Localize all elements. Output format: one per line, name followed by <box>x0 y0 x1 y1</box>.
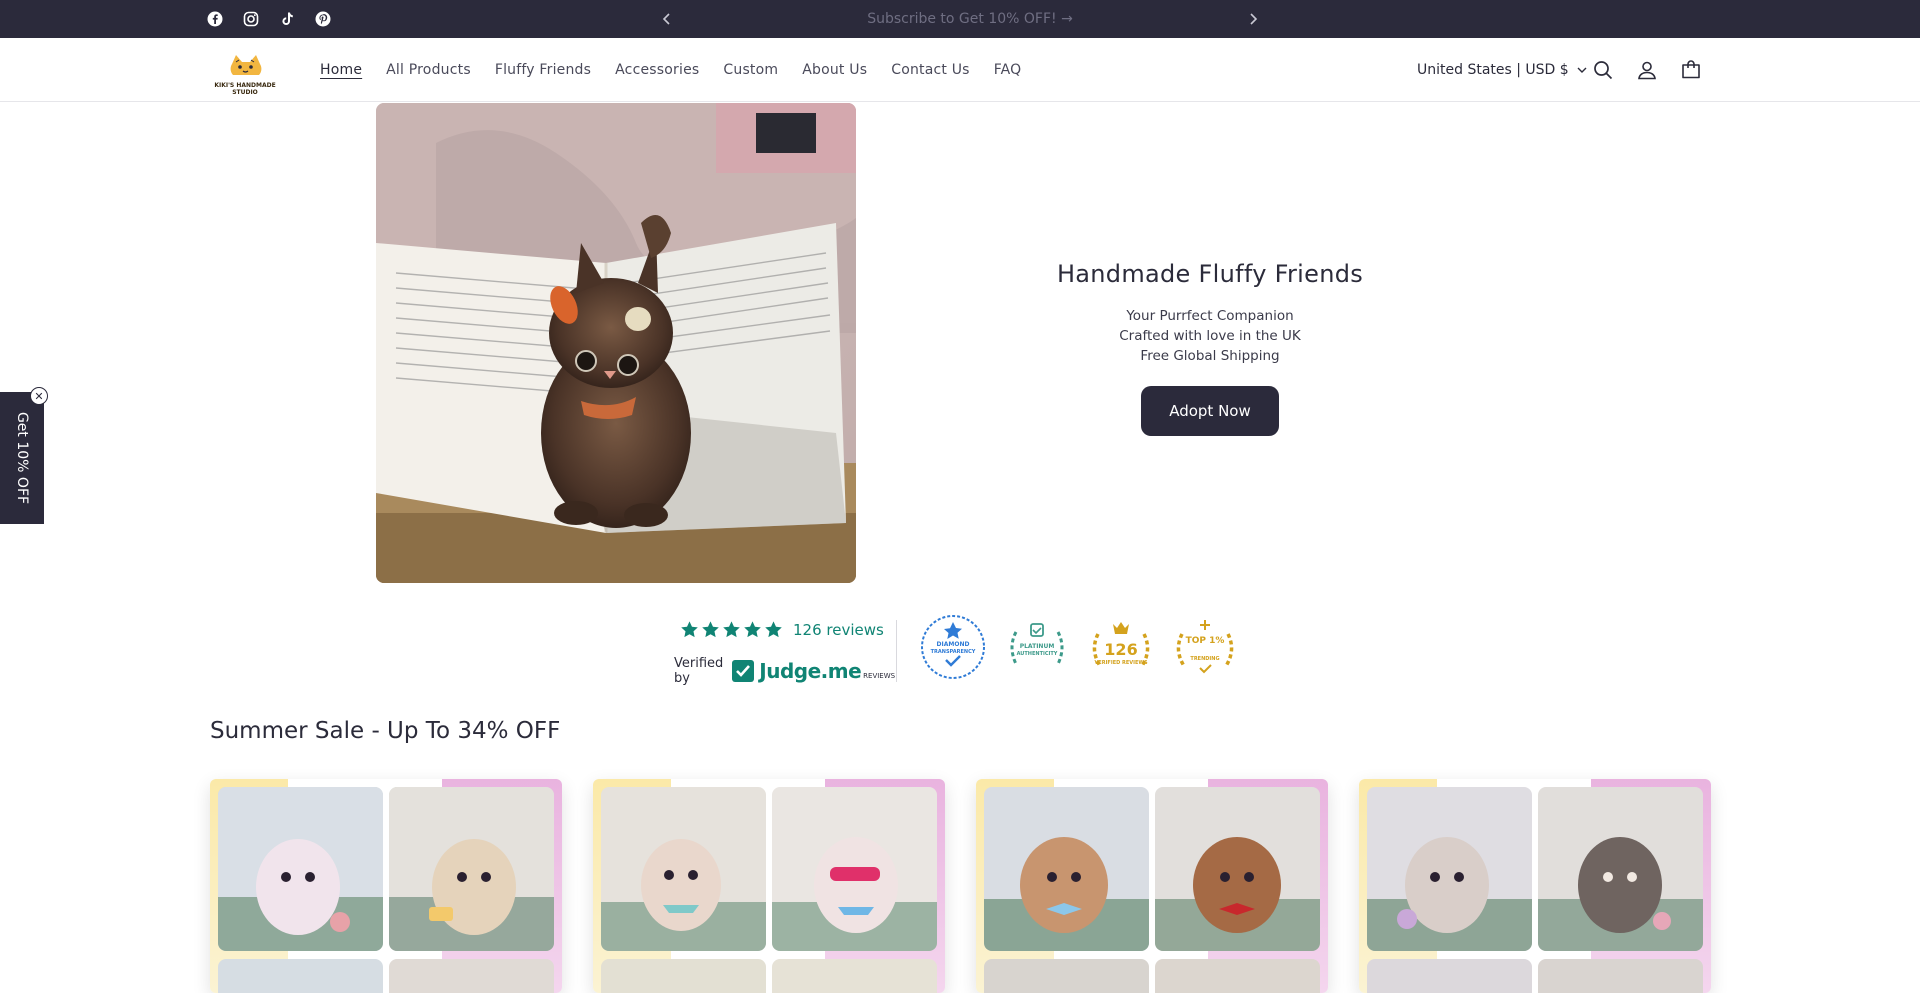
nav-home[interactable]: Home <box>320 62 362 78</box>
product-image <box>1367 959 1532 993</box>
judgeme-brand: Judge.me <box>759 659 862 683</box>
nav-about-us[interactable]: About Us <box>802 62 867 78</box>
product-card-1[interactable] <box>210 779 562 993</box>
announcement-prev-button[interactable] <box>657 9 677 29</box>
product-image <box>389 959 554 993</box>
product-image <box>218 959 383 993</box>
nav-all-products[interactable]: All Products <box>386 62 471 78</box>
product-image <box>772 787 937 951</box>
announcement-text[interactable]: Subscribe to Get 10% OFF! → <box>700 0 1240 38</box>
star-icon <box>744 621 761 638</box>
site-logo[interactable]: KIKI'S HANDMADE STUDIO <box>210 46 280 96</box>
nav-contact-us[interactable]: Contact Us <box>891 62 969 78</box>
review-count[interactable]: 126 reviews <box>793 621 884 639</box>
discount-tab-label: Get 10% OFF <box>14 411 30 505</box>
product-image <box>601 959 766 993</box>
currency-label: United States | USD $ <box>1417 62 1569 78</box>
product-image <box>218 787 383 951</box>
platinum-authenticity-badge[interactable]: PLATINUM AUTHENTICITY <box>1002 612 1072 682</box>
social-links <box>206 0 350 38</box>
product-card-2[interactable] <box>593 779 945 993</box>
product-image <box>1367 787 1532 951</box>
diamond-transparency-badge[interactable]: DIAMOND TRANSPARENCY <box>918 612 988 682</box>
account-icon[interactable] <box>1635 58 1659 82</box>
reviews-summary[interactable]: 126 reviews Verified by Judge.me REVIEWS <box>670 614 895 687</box>
rating-stars: 126 reviews <box>680 620 884 639</box>
top-trending-badge[interactable]: TOP 1% TRENDING <box>1170 612 1240 682</box>
verified-label: Verified by <box>674 656 724 686</box>
hero-line: Free Global Shipping <box>1140 348 1280 364</box>
adopt-now-button[interactable]: Adopt Now <box>1141 386 1279 436</box>
instagram-icon[interactable] <box>242 10 260 28</box>
cart-icon[interactable] <box>1679 58 1703 82</box>
product-image <box>1155 959 1320 993</box>
announcement-bar: Subscribe to Get 10% OFF! → <box>0 0 1920 38</box>
section-title: Summer Sale - Up To 34% OFF <box>210 718 561 744</box>
hero-line: Your Purrfect Companion <box>1126 308 1294 324</box>
close-icon[interactable]: ✕ <box>30 387 48 405</box>
facebook-icon[interactable] <box>206 10 224 28</box>
hero-subtitle: Your Purrfect Companion Crafted with lov… <box>1000 306 1420 366</box>
star-icon <box>765 621 782 638</box>
product-image <box>984 787 1149 951</box>
search-icon[interactable] <box>1591 58 1615 82</box>
judgeme-logo: Judge.me REVIEWS <box>731 659 895 683</box>
nav-fluffy-friends[interactable]: Fluffy Friends <box>495 62 591 78</box>
judgeme-sub: REVIEWS <box>863 672 896 680</box>
site-header: KIKI'S HANDMADE STUDIO Home All Products… <box>0 38 1920 102</box>
product-image <box>1155 787 1320 951</box>
chevron-down-icon <box>1577 62 1587 78</box>
product-image <box>601 787 766 951</box>
product-image <box>1538 787 1703 951</box>
currency-selector[interactable]: United States | USD $ <box>1417 38 1587 102</box>
nav-accessories[interactable]: Accessories <box>615 62 699 78</box>
product-image <box>984 959 1149 993</box>
star-icon <box>681 621 698 638</box>
logo-wordmark: KIKI'S HANDMADE STUDIO <box>214 82 276 96</box>
star-icon <box>723 621 740 638</box>
tiktok-icon[interactable] <box>278 10 296 28</box>
hero-image <box>376 103 856 583</box>
product-card-4[interactable] <box>1359 779 1711 993</box>
nav-custom[interactable]: Custom <box>723 62 778 78</box>
product-image <box>772 959 937 993</box>
pinterest-icon[interactable] <box>314 10 332 28</box>
main-nav: Home All Products Fluffy Friends Accesso… <box>320 38 1045 102</box>
divider <box>896 620 897 682</box>
product-image <box>1538 959 1703 993</box>
announcement-next-button[interactable] <box>1243 9 1263 29</box>
product-card-3[interactable] <box>976 779 1328 993</box>
discount-side-tab[interactable]: Get 10% OFF <box>0 392 44 524</box>
hero-line: Crafted with love in the UK <box>1119 328 1301 344</box>
verified-by: Verified by Judge.me REVIEWS <box>674 656 895 686</box>
verified-reviews-badge[interactable]: 126 VERIFIED REVIEWS <box>1086 612 1156 682</box>
star-icon <box>702 621 719 638</box>
product-image <box>389 787 554 951</box>
hero-content: Handmade Fluffy Friends Your Purrfect Co… <box>1000 260 1420 436</box>
nav-faq[interactable]: FAQ <box>994 62 1022 78</box>
hero-title: Handmade Fluffy Friends <box>1056 260 1364 288</box>
